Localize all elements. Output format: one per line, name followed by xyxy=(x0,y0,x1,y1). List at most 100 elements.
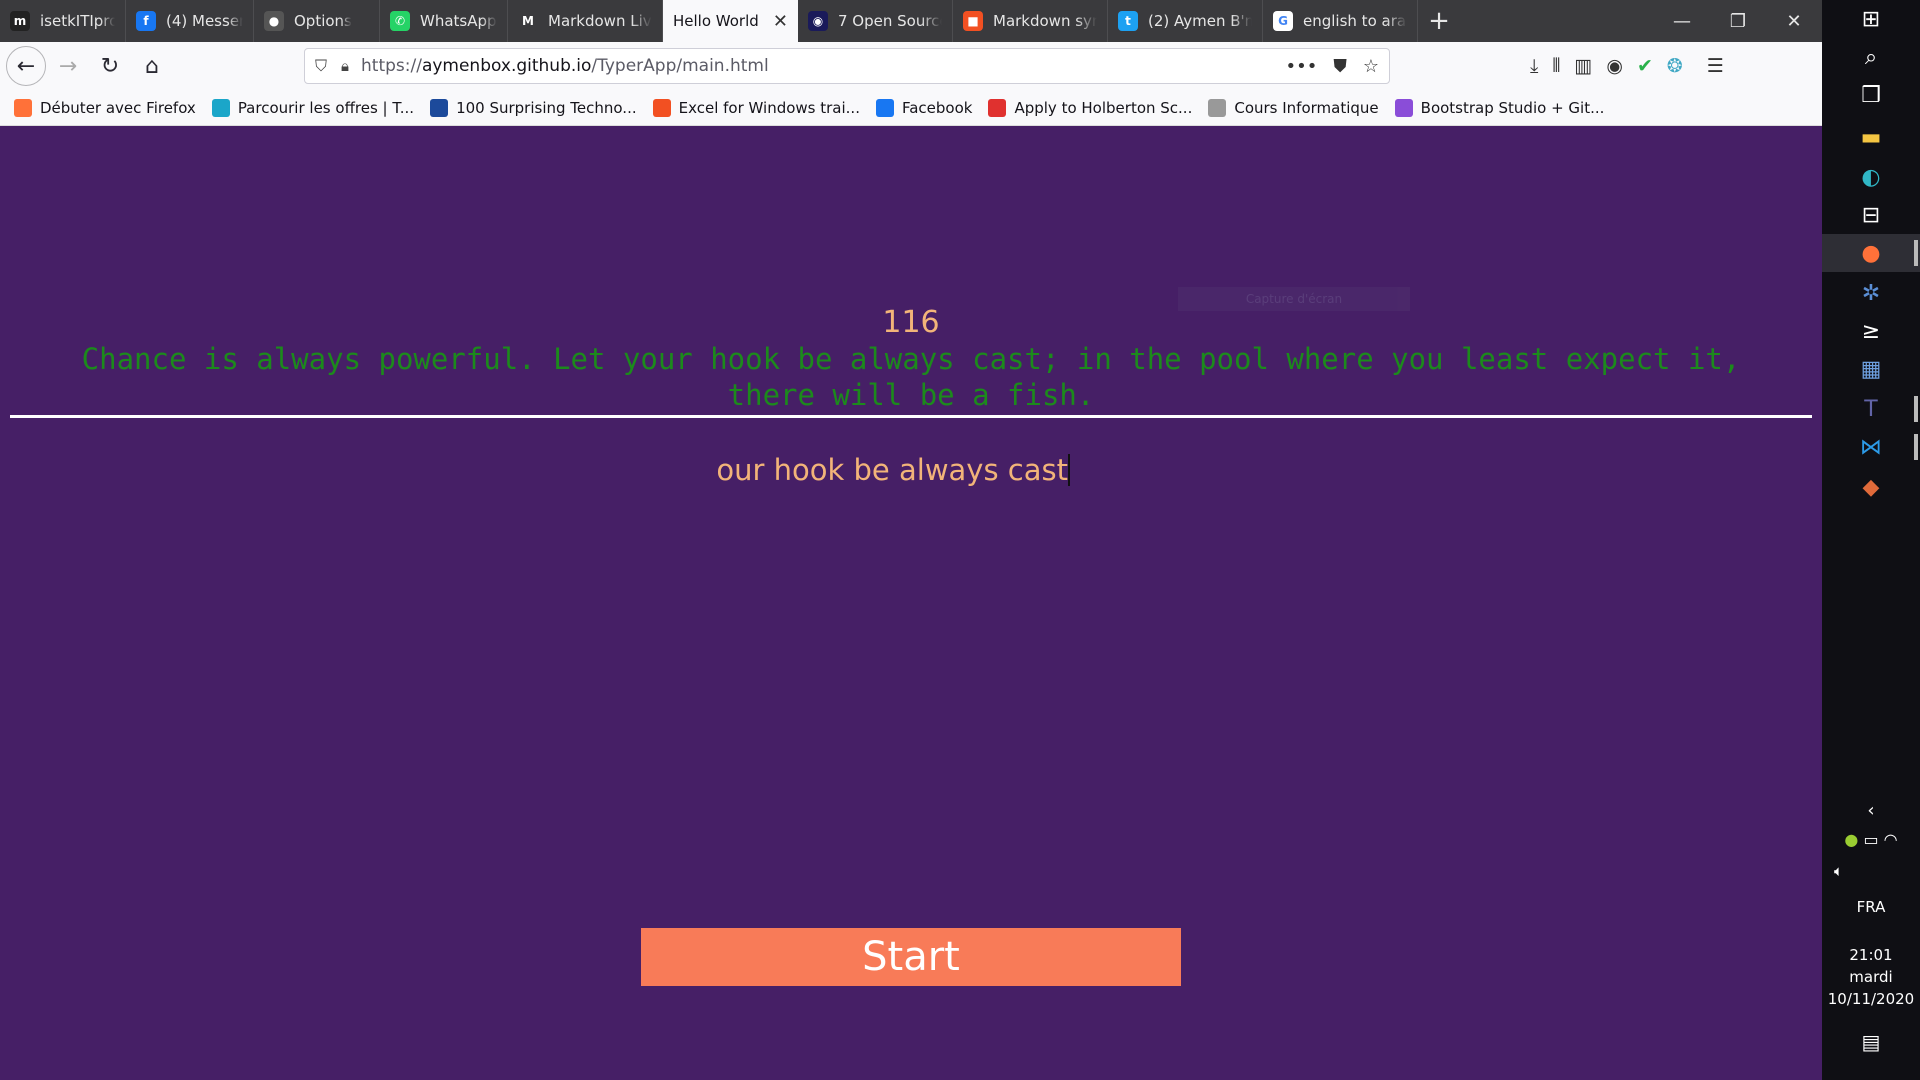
back-arrow-icon[interactable]: ← xyxy=(6,46,46,86)
google-icon: G xyxy=(1273,11,1293,31)
tab-label: Hello World xyxy=(673,12,759,30)
tray-status-icon[interactable]: ● xyxy=(1844,830,1858,849)
browser-window: m isetkITIprob: TD f (4) Messenger | ● Option… xyxy=(0,0,1822,1080)
microsoft-icon xyxy=(652,98,671,117)
window-controls: — ❐ ✕ xyxy=(1654,0,1822,42)
vscode-icon[interactable]: ⋈ xyxy=(1822,428,1920,466)
library-icon[interactable]: ⫴ xyxy=(1552,55,1560,77)
restore-icon[interactable]: ❐ xyxy=(1710,0,1766,42)
facebook-icon xyxy=(875,98,894,117)
github-icon: ● xyxy=(264,11,284,31)
cours-icon xyxy=(1208,98,1227,117)
bookmark-item[interactable]: Excel for Windows trai... xyxy=(652,98,860,117)
edge-icon[interactable]: ◐ xyxy=(1822,158,1920,196)
settings-app-icon[interactable]: ✲ xyxy=(1822,274,1920,312)
tab-4[interactable]: M Markdown Live xyxy=(508,0,663,42)
search-icon[interactable]: ⌕ xyxy=(1822,38,1920,76)
terminal-icon[interactable]: ≥ xyxy=(1822,312,1920,350)
bootstrap-icon xyxy=(1394,98,1413,117)
firefox-icon[interactable]: ● xyxy=(1822,234,1920,272)
m-icon: m xyxy=(10,11,30,31)
tracking-shield-icon[interactable]: ⛉ xyxy=(315,56,327,76)
clock-date[interactable]: 10/11/2020 xyxy=(1822,990,1920,1008)
tab-strip: m isetkITIprob: TD f (4) Messenger | ● Option… xyxy=(0,0,1822,42)
bookmark-label: Facebook xyxy=(901,98,973,117)
clock-day[interactable]: mardi xyxy=(1822,968,1920,986)
minimize-icon[interactable]: — xyxy=(1654,0,1710,42)
wifi-icon[interactable]: ◠ xyxy=(1884,830,1898,849)
bookmark-item[interactable]: Facebook xyxy=(875,98,973,117)
tab-label: (4) Messenger | xyxy=(166,12,243,30)
battery-icon[interactable]: ▭ xyxy=(1863,830,1878,849)
more-actions-icon[interactable]: ••• xyxy=(1286,56,1318,77)
facebook-icon: f xyxy=(136,11,156,31)
whatsapp-icon: ✆ xyxy=(390,11,410,31)
typed-text: our hook be always cast xyxy=(716,453,1068,487)
language-indicator[interactable]: FRA xyxy=(1822,898,1920,916)
sidebar-icon[interactable]: ▥ xyxy=(1574,55,1592,77)
forward-arrow-icon[interactable]: → xyxy=(48,46,88,86)
url-domain: aymenbox.github.io xyxy=(421,56,592,76)
tab-8[interactable]: t (2) Aymen B'm xyxy=(1108,0,1263,42)
close-tab-icon[interactable]: ✕ xyxy=(773,11,788,32)
tab-0[interactable]: m isetkITIprob: TD xyxy=(0,0,126,42)
tab-7[interactable]: ■ Markdown synt xyxy=(953,0,1108,42)
tab-6[interactable]: ◉ 7 Open Source xyxy=(798,0,953,42)
bookmark-item[interactable]: Débuter avec Firefox xyxy=(14,98,196,117)
bookmark-item[interactable]: Cours Informatique xyxy=(1208,98,1379,117)
windows-taskbar: ⊞ ⌕ ❒ ▬ ◐ ⊟ ● ✲ ≥ ▦ T ⋈ ◆ ‹ ● ▭ ◠ 🔈︎ FRA… xyxy=(1822,0,1920,1080)
extension-check-icon[interactable]: ✔ xyxy=(1637,55,1653,77)
store-icon[interactable]: ⊟ xyxy=(1822,196,1920,234)
holberton-icon xyxy=(988,98,1007,117)
system-tray-icons: ● ▭ ◠ xyxy=(1822,830,1920,849)
notifications-icon[interactable]: ▤ xyxy=(1822,1030,1920,1054)
bookmark-item[interactable]: Bootstrap Studio + Git... xyxy=(1394,98,1604,117)
tab-5[interactable]: Hello World ✕ xyxy=(663,0,798,42)
bookmark-item[interactable]: 100 Surprising Techno... xyxy=(430,98,637,117)
typing-input[interactable]: our hook be always cast xyxy=(620,453,1070,497)
account-icon[interactable]: ◉ xyxy=(1606,55,1623,77)
divider-line xyxy=(10,415,1812,418)
tab-label: english to arab xyxy=(1303,12,1407,30)
character-counter: 116 xyxy=(882,305,940,340)
bookmark-star-icon[interactable]: ☆ xyxy=(1363,56,1379,77)
menu-icon[interactable]: ☰ xyxy=(1707,55,1724,77)
tab-label: Markdown synt xyxy=(993,12,1097,30)
url-bar[interactable]: ⛉ 🔒︎ https://aymenbox.github.io/TyperApp… xyxy=(304,48,1390,84)
bookmark-item[interactable]: Parcourir les offres | T... xyxy=(211,98,414,117)
download-icon[interactable]: ⤓ xyxy=(1530,55,1538,77)
show-hidden-icons-icon[interactable]: ‹ xyxy=(1822,800,1920,821)
start-button[interactable]: Start xyxy=(641,928,1181,986)
file-explorer-icon[interactable]: ▬ xyxy=(1822,118,1920,156)
windows-start-icon[interactable]: ⊞ xyxy=(1822,0,1920,38)
url-text[interactable]: https://aymenbox.github.io/TyperApp/main… xyxy=(361,56,1286,76)
photos-icon[interactable]: ▦ xyxy=(1822,350,1920,388)
teams-icon[interactable]: T xyxy=(1822,390,1920,428)
bookmark-item[interactable]: Apply to Holberton Sc... xyxy=(988,98,1192,117)
url-prefix: https:// xyxy=(361,56,422,76)
pocket-icon[interactable]: ⛊ xyxy=(1333,56,1347,77)
new-tab-button[interactable]: + xyxy=(1418,0,1460,42)
tabs-container: m isetkITIprob: TD f (4) Messenger | ● Option… xyxy=(0,0,1418,42)
clock-time[interactable]: 21:01 xyxy=(1822,946,1920,964)
tab-2[interactable]: ● Options xyxy=(254,0,380,42)
extension-vpn-icon[interactable]: ❂ xyxy=(1667,55,1683,77)
close-window-icon[interactable]: ✕ xyxy=(1766,0,1822,42)
home-icon[interactable]: ⌂ xyxy=(132,46,172,86)
firefox-icon xyxy=(14,98,32,117)
tab-9[interactable]: Genglish to arab xyxy=(1263,0,1418,42)
opensource-icon: ◉ xyxy=(808,11,828,31)
tab-label: isetkITIprob: TD xyxy=(40,12,115,30)
tab-label: 7 Open Source xyxy=(838,12,942,30)
volume-icon[interactable]: 🔈︎ xyxy=(1822,862,1920,880)
git-icon[interactable]: ◆ xyxy=(1822,468,1920,506)
markdown-icon: M xyxy=(518,11,538,31)
lock-icon[interactable]: 🔒︎ xyxy=(341,57,349,75)
reload-icon[interactable]: ↻ xyxy=(90,46,130,86)
tab-1[interactable]: f (4) Messenger | xyxy=(126,0,254,42)
task-view-icon[interactable]: ❒ xyxy=(1822,76,1920,114)
twitter-icon: t xyxy=(1118,11,1138,31)
toolbar-right: ⤓ ⫴ ▥ ◉ ✔ ❂ ☰ xyxy=(1530,42,1724,90)
tab-3[interactable]: ✆ WhatsApp xyxy=(380,0,508,42)
bookmark-label: 100 Surprising Techno... xyxy=(456,98,637,117)
